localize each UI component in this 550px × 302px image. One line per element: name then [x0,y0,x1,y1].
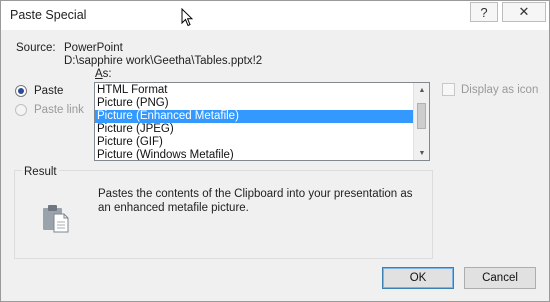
scrollbar-thumb[interactable] [417,103,426,129]
result-description: Pastes the contents of the Clipboard int… [98,188,413,214]
result-title: Result [22,166,59,178]
help-button[interactable]: ? [470,2,498,22]
list-item[interactable]: Picture (PNG) [95,97,413,110]
mouse-cursor-icon [181,8,193,27]
paste-link-radio-label: Paste link [34,104,84,116]
list-item-selected[interactable]: Picture (Enhanced Metafile) [95,110,413,123]
close-icon: ✕ [518,4,530,19]
source-app: PowerPoint [64,42,123,54]
title-bar[interactable]: Paste Special ? ✕ [1,1,549,30]
display-as-icon-checkbox [442,83,455,96]
list-item[interactable]: HTML Format [95,84,413,97]
ok-button[interactable]: OK [382,267,454,289]
close-button[interactable]: ✕ [502,2,546,22]
list-item[interactable]: Picture (GIF) [95,136,413,149]
paste-special-dialog: Paste Special ? ✕ Source: PowerPoint D:\… [0,0,550,302]
display-as-icon-option: Display as icon [442,83,538,96]
help-icon: ? [480,4,488,20]
paste-link-radio-button [15,104,27,116]
dialog-title: Paste Special [10,8,87,22]
list-item[interactable]: Picture (JPEG) [95,123,413,136]
source-label: Source: [16,42,56,54]
clipboard-icon [43,205,69,233]
format-listbox[interactable]: HTML Format Picture (PNG) Picture (Enhan… [94,82,430,161]
cancel-button[interactable]: Cancel [464,267,536,289]
scroll-up-arrow-icon[interactable]: ▲ [414,83,429,97]
list-item[interactable]: Picture (Windows Metafile) [95,149,413,160]
listbox-scrollbar[interactable]: ▲ ▼ [413,83,429,160]
scroll-down-arrow-icon[interactable]: ▼ [414,146,429,160]
paste-link-radio: Paste link [15,104,84,116]
paste-radio-button[interactable] [15,85,27,97]
display-as-icon-label: Display as icon [461,83,539,96]
as-label: As: [95,68,112,80]
paste-radio[interactable]: Paste [15,85,63,97]
source-path: D:\sapphire work\Geetha\Tables.pptx!2 [64,55,263,67]
paste-radio-label: Paste [34,85,64,97]
